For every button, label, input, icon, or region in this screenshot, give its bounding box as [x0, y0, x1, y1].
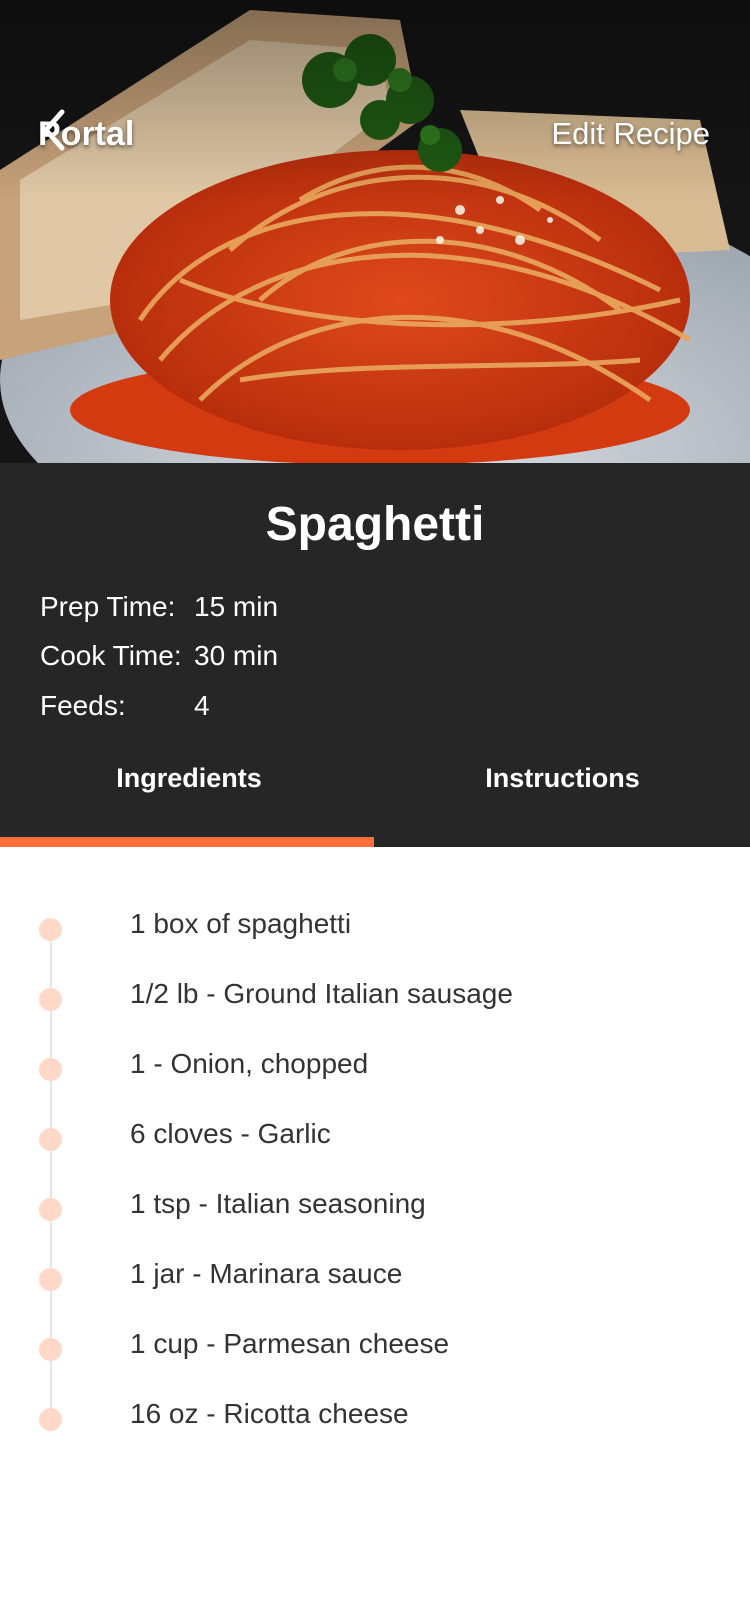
meta-label: Prep Time: [40, 591, 176, 622]
list-item: 1/2 lb - Ground Italian sausage [0, 964, 750, 1034]
meta-label: Cook Time: [40, 640, 182, 671]
bullet-dot-icon [39, 988, 62, 1011]
ingredient-text: 1 jar - Marinara sauce [130, 1258, 403, 1289]
meta-label: Feeds: [40, 690, 126, 721]
meta-prep-time: Prep Time: 15 min [40, 587, 278, 627]
edit-recipe-button[interactable]: Edit Recipe [551, 108, 710, 160]
bullet-dot-icon [39, 1128, 62, 1151]
bullet-dot-icon [39, 1058, 62, 1081]
ingredient-text: 16 oz - Ricotta cheese [130, 1398, 409, 1429]
list-item: 1 cup - Parmesan cheese [0, 1314, 750, 1384]
chevron-left-icon [43, 109, 65, 151]
bullet-dot-icon [39, 918, 62, 941]
ingredient-text: 1 tsp - Italian seasoning [130, 1188, 426, 1219]
ingredient-text: 1 box of spaghetti [130, 908, 352, 939]
meta-feeds: Feeds: 4 [40, 686, 210, 726]
list-item: 16 oz - Ricotta cheese [0, 1384, 750, 1454]
list-item: 1 - Onion, chopped [0, 1034, 750, 1104]
ingredients-list: 1 box of spaghetti 1/2 lb - Ground Itali… [0, 847, 750, 1624]
list-item: 1 box of spaghetti [0, 894, 750, 964]
recipe-title: Spaghetti [265, 498, 485, 551]
bullet-dot-icon [39, 1408, 62, 1431]
ingredient-text: 1 - Onion, chopped [130, 1048, 369, 1079]
meta-value: 4 [194, 690, 210, 721]
list-item: 6 cloves - Garlic [0, 1104, 750, 1174]
ingredient-text: 6 cloves - Garlic [130, 1118, 331, 1149]
ingredient-text: 1/2 lb - Ground Italian sausage [130, 978, 513, 1009]
bullet-dot-icon [39, 1198, 62, 1221]
list-item: 1 tsp - Italian seasoning [0, 1174, 750, 1244]
list-item: 1 jar - Marinara sauce [0, 1244, 750, 1314]
ingredient-text: 1 cup - Parmesan cheese [130, 1328, 450, 1359]
hero-shade [0, 0, 750, 200]
active-tab-indicator [0, 837, 374, 847]
tab-instructions[interactable]: Instructions [375, 753, 750, 803]
back-button[interactable]: Portal [38, 108, 134, 160]
meta-cook-time: Cook Time: 30 min [40, 636, 278, 676]
meta-value: 30 min [194, 640, 279, 671]
bullet-dot-icon [39, 1268, 62, 1291]
tab-ingredients[interactable]: Ingredients [0, 753, 378, 803]
recipe-info-panel: Spaghetti Prep Time: 15 min Cook Time: 3… [0, 463, 750, 847]
meta-value: 15 min [194, 591, 279, 622]
recipe-hero-image: Portal Edit Recipe [0, 0, 750, 463]
bullet-dot-icon [39, 1338, 62, 1361]
